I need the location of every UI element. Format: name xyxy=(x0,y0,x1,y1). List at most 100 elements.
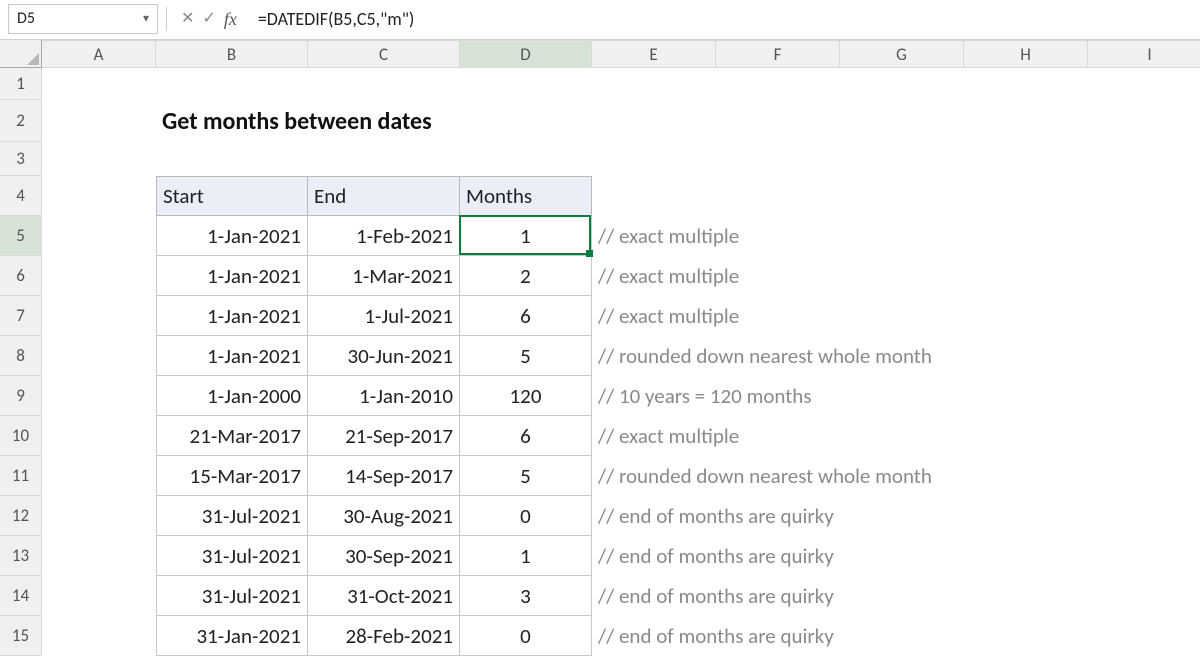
end-cell[interactable]: 30-Jun-2021 xyxy=(308,336,460,376)
name-box[interactable]: D5 ▾ xyxy=(8,4,158,34)
col-header-D[interactable]: D xyxy=(460,40,592,68)
cell-F1[interactable] xyxy=(716,68,840,100)
cell-A15[interactable] xyxy=(42,616,156,656)
cell-F3[interactable] xyxy=(716,142,840,176)
cell-B1[interactable] xyxy=(156,68,308,100)
end-cell[interactable]: 30-Aug-2021 xyxy=(308,496,460,536)
start-cell[interactable]: 31-Jul-2021 xyxy=(156,576,308,616)
cell-E1[interactable] xyxy=(592,68,716,100)
fx-icon[interactable]: fx xyxy=(224,10,237,28)
months-cell[interactable]: 3 xyxy=(460,576,592,616)
cell-I4[interactable] xyxy=(1088,176,1200,216)
col-header-E[interactable]: E xyxy=(592,40,716,68)
cell-E4[interactable] xyxy=(592,176,716,216)
end-cell[interactable]: 1-Mar-2021 xyxy=(308,256,460,296)
cell-E2[interactable] xyxy=(592,100,716,142)
cell-F2[interactable] xyxy=(716,100,840,142)
cell-A13[interactable] xyxy=(42,536,156,576)
row-header-15[interactable]: 15 xyxy=(0,616,42,656)
cell-H2[interactable] xyxy=(964,100,1088,142)
cell-I3[interactable] xyxy=(1088,142,1200,176)
months-cell[interactable]: 6 xyxy=(460,296,592,336)
months-cell[interactable]: 0 xyxy=(460,616,592,656)
row-header-13[interactable]: 13 xyxy=(0,536,42,576)
row-header-11[interactable]: 11 xyxy=(0,456,42,496)
cell-D1[interactable] xyxy=(460,68,592,100)
months-cell[interactable]: 5 xyxy=(460,456,592,496)
row-header-2[interactable]: 2 xyxy=(0,100,42,142)
col-header-H[interactable]: H xyxy=(964,40,1088,68)
start-cell[interactable]: 1-Jan-2021 xyxy=(156,336,308,376)
cell-A8[interactable] xyxy=(42,336,156,376)
cell-A14[interactable] xyxy=(42,576,156,616)
cell-C3[interactable] xyxy=(308,142,460,176)
cell-C1[interactable] xyxy=(308,68,460,100)
start-cell[interactable]: 21-Mar-2017 xyxy=(156,416,308,456)
col-header-C[interactable]: C xyxy=(308,40,460,68)
cell-I1[interactable] xyxy=(1088,68,1200,100)
cell-G4[interactable] xyxy=(840,176,964,216)
col-header-F[interactable]: F xyxy=(716,40,840,68)
cell-D3[interactable] xyxy=(460,142,592,176)
cell-H4[interactable] xyxy=(964,176,1088,216)
row-header-14[interactable]: 14 xyxy=(0,576,42,616)
col-header-B[interactable]: B xyxy=(156,40,308,68)
row-header-3[interactable]: 3 xyxy=(0,142,42,176)
start-cell[interactable]: 1-Jan-2021 xyxy=(156,296,308,336)
start-cell[interactable]: 31-Jul-2021 xyxy=(156,496,308,536)
select-all-corner[interactable] xyxy=(0,40,42,68)
row-header-6[interactable]: 6 xyxy=(0,256,42,296)
cell-G2[interactable] xyxy=(840,100,964,142)
row-header-12[interactable]: 12 xyxy=(0,496,42,536)
row-header-5[interactable]: 5 xyxy=(0,216,42,256)
cell-A4[interactable] xyxy=(42,176,156,216)
months-cell[interactable]: 120 xyxy=(460,376,592,416)
end-cell[interactable]: 1-Jul-2021 xyxy=(308,296,460,336)
spreadsheet-grid[interactable]: ABCDEFGHIJ12Get months between dates34St… xyxy=(0,40,1200,656)
start-cell[interactable]: 1-Jan-2021 xyxy=(156,216,308,256)
months-cell[interactable]: 1 xyxy=(460,216,592,256)
end-cell[interactable]: 1-Jan-2010 xyxy=(308,376,460,416)
end-cell[interactable]: 31-Oct-2021 xyxy=(308,576,460,616)
cell-G1[interactable] xyxy=(840,68,964,100)
months-cell[interactable]: 0 xyxy=(460,496,592,536)
row-header-1[interactable]: 1 xyxy=(0,68,42,100)
end-cell[interactable]: 1-Feb-2021 xyxy=(308,216,460,256)
col-header-A[interactable]: A xyxy=(42,40,156,68)
cell-A9[interactable] xyxy=(42,376,156,416)
cancel-icon[interactable]: ✕ xyxy=(181,11,194,27)
col-header-G[interactable]: G xyxy=(840,40,964,68)
row-header-7[interactable]: 7 xyxy=(0,296,42,336)
end-cell[interactable]: 28-Feb-2021 xyxy=(308,616,460,656)
cell-G3[interactable] xyxy=(840,142,964,176)
cell-H1[interactable] xyxy=(964,68,1088,100)
cell-B3[interactable] xyxy=(156,142,308,176)
cell-A3[interactable] xyxy=(42,142,156,176)
cell-A5[interactable] xyxy=(42,216,156,256)
end-cell[interactable]: 30-Sep-2021 xyxy=(308,536,460,576)
row-header-4[interactable]: 4 xyxy=(0,176,42,216)
cell-E3[interactable] xyxy=(592,142,716,176)
months-cell[interactable]: 5 xyxy=(460,336,592,376)
row-header-10[interactable]: 10 xyxy=(0,416,42,456)
cell-A10[interactable] xyxy=(42,416,156,456)
cell-A11[interactable] xyxy=(42,456,156,496)
start-cell[interactable]: 15-Mar-2017 xyxy=(156,456,308,496)
cell-A6[interactable] xyxy=(42,256,156,296)
months-cell[interactable]: 1 xyxy=(460,536,592,576)
enter-icon[interactable]: ✓ xyxy=(202,11,215,27)
cell-I2[interactable] xyxy=(1088,100,1200,142)
start-cell[interactable]: 1-Jan-2000 xyxy=(156,376,308,416)
start-cell[interactable]: 1-Jan-2021 xyxy=(156,256,308,296)
end-cell[interactable]: 21-Sep-2017 xyxy=(308,416,460,456)
formula-input[interactable]: =DATEDIF(B5,C5,"m") xyxy=(249,5,1192,33)
months-cell[interactable]: 2 xyxy=(460,256,592,296)
col-header-I[interactable]: I xyxy=(1088,40,1200,68)
cell-H3[interactable] xyxy=(964,142,1088,176)
row-header-8[interactable]: 8 xyxy=(0,336,42,376)
cell-A12[interactable] xyxy=(42,496,156,536)
cell-A1[interactable] xyxy=(42,68,156,100)
row-header-9[interactable]: 9 xyxy=(0,376,42,416)
months-cell[interactable]: 6 xyxy=(460,416,592,456)
cell-A2[interactable] xyxy=(42,100,156,142)
